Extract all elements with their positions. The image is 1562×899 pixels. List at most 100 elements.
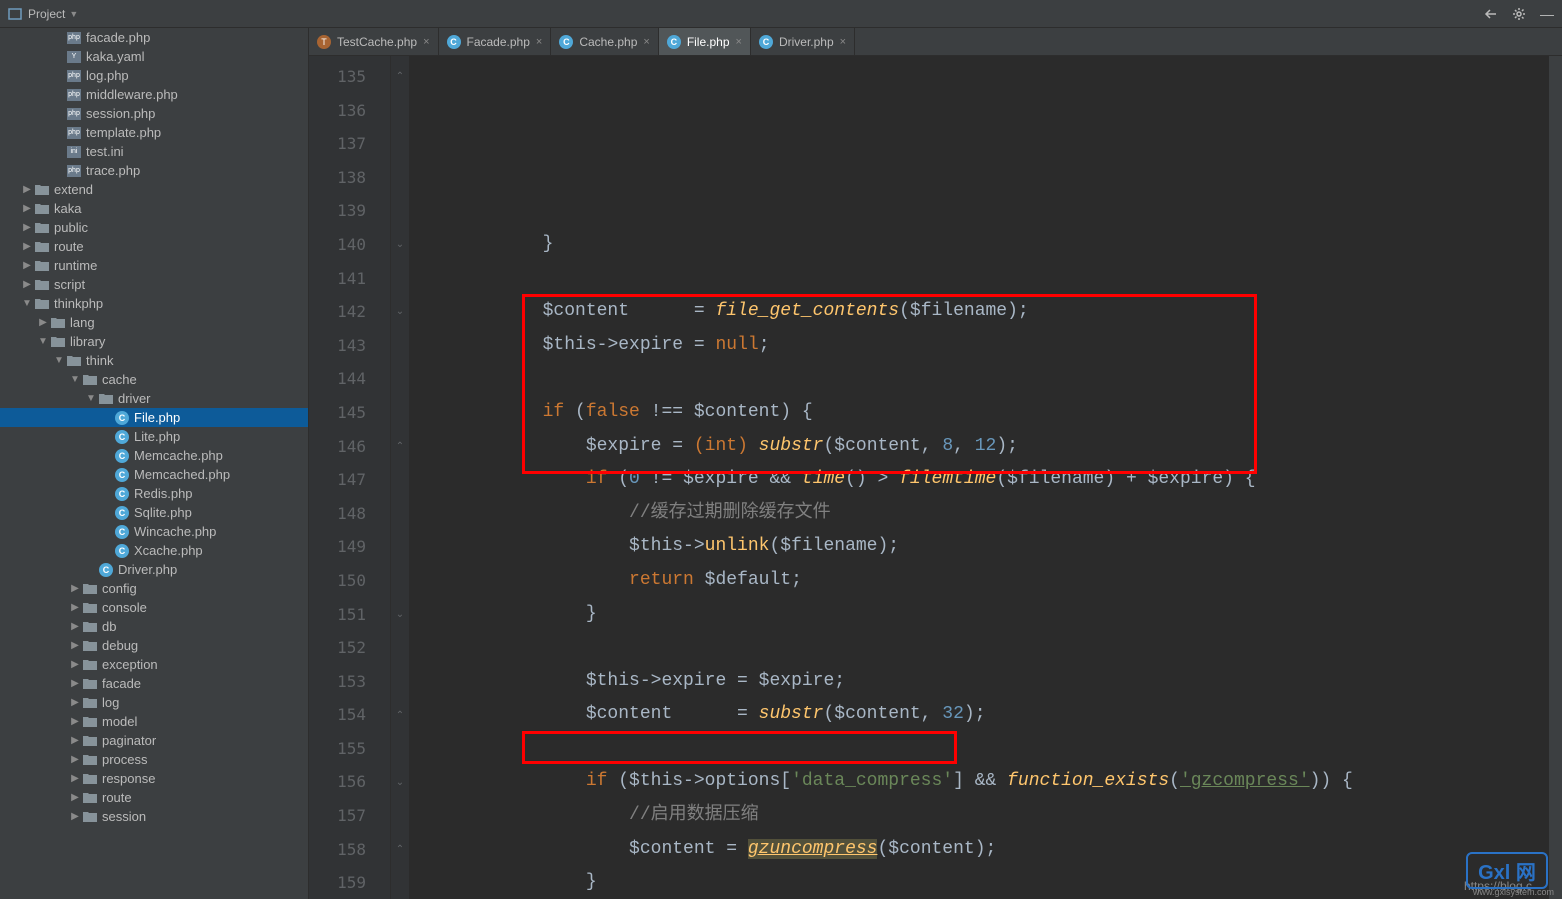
code-line[interactable]: $content = file_get_contents($filename); [413,295,1549,329]
tree-arrow-icon[interactable]: ▶ [20,184,34,195]
project-tree[interactable]: phpfacade.phpYkaka.yamlphplog.phpphpmidd… [0,28,309,899]
tree-item[interactable]: ▶exception [0,655,308,674]
code-line[interactable]: return $default; [413,564,1549,598]
close-icon[interactable]: × [736,36,742,48]
tree-arrow-icon[interactable]: ▼ [52,355,66,366]
tree-arrow-icon[interactable]: ▶ [68,678,82,689]
tree-item[interactable]: phpfacade.php [0,28,308,47]
fold-marker[interactable] [391,161,409,195]
tree-arrow-icon[interactable]: ▶ [68,716,82,727]
tree-item[interactable]: ▶script [0,275,308,294]
fold-marker[interactable] [391,329,409,363]
code-line[interactable]: } [413,228,1549,262]
editor-tab[interactable]: CFile.php× [659,28,751,55]
tree-item[interactable]: phpsession.php [0,104,308,123]
fold-marker[interactable] [391,732,409,766]
tree-item[interactable]: CSqlite.php [0,503,308,522]
tree-arrow-icon[interactable]: ▶ [68,640,82,651]
fold-marker[interactable]: ⌄ [391,598,409,632]
editor-scrollbar[interactable] [1549,56,1562,899]
code-line[interactable]: } [413,866,1549,899]
tree-item[interactable]: ▶config [0,579,308,598]
tree-arrow-icon[interactable]: ▶ [68,792,82,803]
tree-item[interactable]: ▶process [0,750,308,769]
tree-item[interactable]: ▶model [0,712,308,731]
collapse-icon[interactable] [1484,7,1498,21]
code-line[interactable] [413,732,1549,766]
tree-item[interactable]: CRedis.php [0,484,308,503]
code-line[interactable] [413,262,1549,296]
fold-marker[interactable] [391,564,409,598]
fold-marker[interactable] [391,362,409,396]
code-line[interactable]: $expire = (int) substr($content, 8, 12); [413,430,1549,464]
tree-arrow-icon[interactable]: ▶ [20,260,34,271]
code-line[interactable]: if (0 != $expire && time() > filemtime($… [413,463,1549,497]
tree-item[interactable]: CMemcached.php [0,465,308,484]
code-line[interactable]: $content = gzuncompress($content); [413,833,1549,867]
fold-marker[interactable]: ⌃ [391,833,409,867]
code-line[interactable]: } [413,598,1549,632]
tree-item[interactable]: phptemplate.php [0,123,308,142]
fold-marker[interactable]: ⌃ [391,698,409,732]
fold-marker[interactable] [391,396,409,430]
fold-marker[interactable] [391,262,409,296]
tree-item[interactable]: ▶log [0,693,308,712]
tree-item[interactable]: ▶public [0,218,308,237]
code-line[interactable]: if ($this->options['data_compress'] && f… [413,765,1549,799]
fold-marker[interactable] [391,94,409,128]
tree-arrow-icon[interactable]: ▶ [68,697,82,708]
code-line[interactable]: $this->expire = $expire; [413,665,1549,699]
code-line[interactable]: //启用数据压缩 [413,799,1549,833]
code-line[interactable] [413,631,1549,665]
tree-item[interactable]: ▼driver [0,389,308,408]
editor-tab[interactable]: CFacade.php× [439,28,552,55]
tree-item[interactable]: ▶db [0,617,308,636]
tree-arrow-icon[interactable]: ▶ [68,621,82,632]
tree-item[interactable]: ▶facade [0,674,308,693]
tree-item[interactable]: ▶route [0,237,308,256]
tree-item[interactable]: Ykaka.yaml [0,47,308,66]
fold-marker[interactable] [391,194,409,228]
tree-arrow-icon[interactable]: ▶ [68,754,82,765]
tree-item[interactable]: CMemcache.php [0,446,308,465]
code-line[interactable]: $this->unlink($filename); [413,530,1549,564]
tree-arrow-icon[interactable]: ▶ [68,659,82,670]
editor-tab[interactable]: CDriver.php× [751,28,855,55]
tree-item[interactable]: ▶lang [0,313,308,332]
tree-item[interactable]: ▶route [0,788,308,807]
editor-body[interactable]: 1351361371381391401411421431441451461471… [309,56,1562,899]
close-icon[interactable]: × [536,36,542,48]
tree-item[interactable]: CDriver.php [0,560,308,579]
fold-marker[interactable] [391,665,409,699]
tree-item[interactable]: initest.ini [0,142,308,161]
tree-item[interactable]: ▶kaka [0,199,308,218]
code-line[interactable]: //缓存过期删除缓存文件 [413,497,1549,531]
tree-arrow-icon[interactable]: ▶ [20,241,34,252]
hide-icon[interactable]: — [1540,6,1554,22]
tree-arrow-icon[interactable]: ▶ [68,583,82,594]
tree-item[interactable]: ▼thinkphp [0,294,308,313]
tree-item[interactable]: CLite.php [0,427,308,446]
fold-marker[interactable] [391,799,409,833]
fold-marker[interactable] [391,127,409,161]
tree-arrow-icon[interactable]: ▼ [36,336,50,347]
code-line[interactable]: $this->expire = null; [413,329,1549,363]
tree-item[interactable]: CFile.php [0,408,308,427]
fold-marker[interactable]: ⌃ [391,430,409,464]
tree-item[interactable]: ▶session [0,807,308,826]
tree-arrow-icon[interactable]: ▼ [20,298,34,309]
project-dropdown[interactable]: Project ▼ [28,7,78,21]
editor-tab[interactable]: TTestCache.php× [309,28,439,55]
editor-tab[interactable]: CCache.php× [551,28,658,55]
fold-marker[interactable] [391,463,409,497]
tree-item[interactable]: ▶console [0,598,308,617]
code-line[interactable]: $content = substr($content, 32); [413,698,1549,732]
tree-item[interactable]: ▶runtime [0,256,308,275]
tree-arrow-icon[interactable]: ▶ [36,317,50,328]
fold-marker[interactable] [391,530,409,564]
tree-arrow-icon[interactable]: ▶ [20,203,34,214]
tree-arrow-icon[interactable]: ▼ [68,374,82,385]
fold-marker[interactable] [391,631,409,665]
tree-item[interactable]: ▶extend [0,180,308,199]
tree-item[interactable]: ▶response [0,769,308,788]
